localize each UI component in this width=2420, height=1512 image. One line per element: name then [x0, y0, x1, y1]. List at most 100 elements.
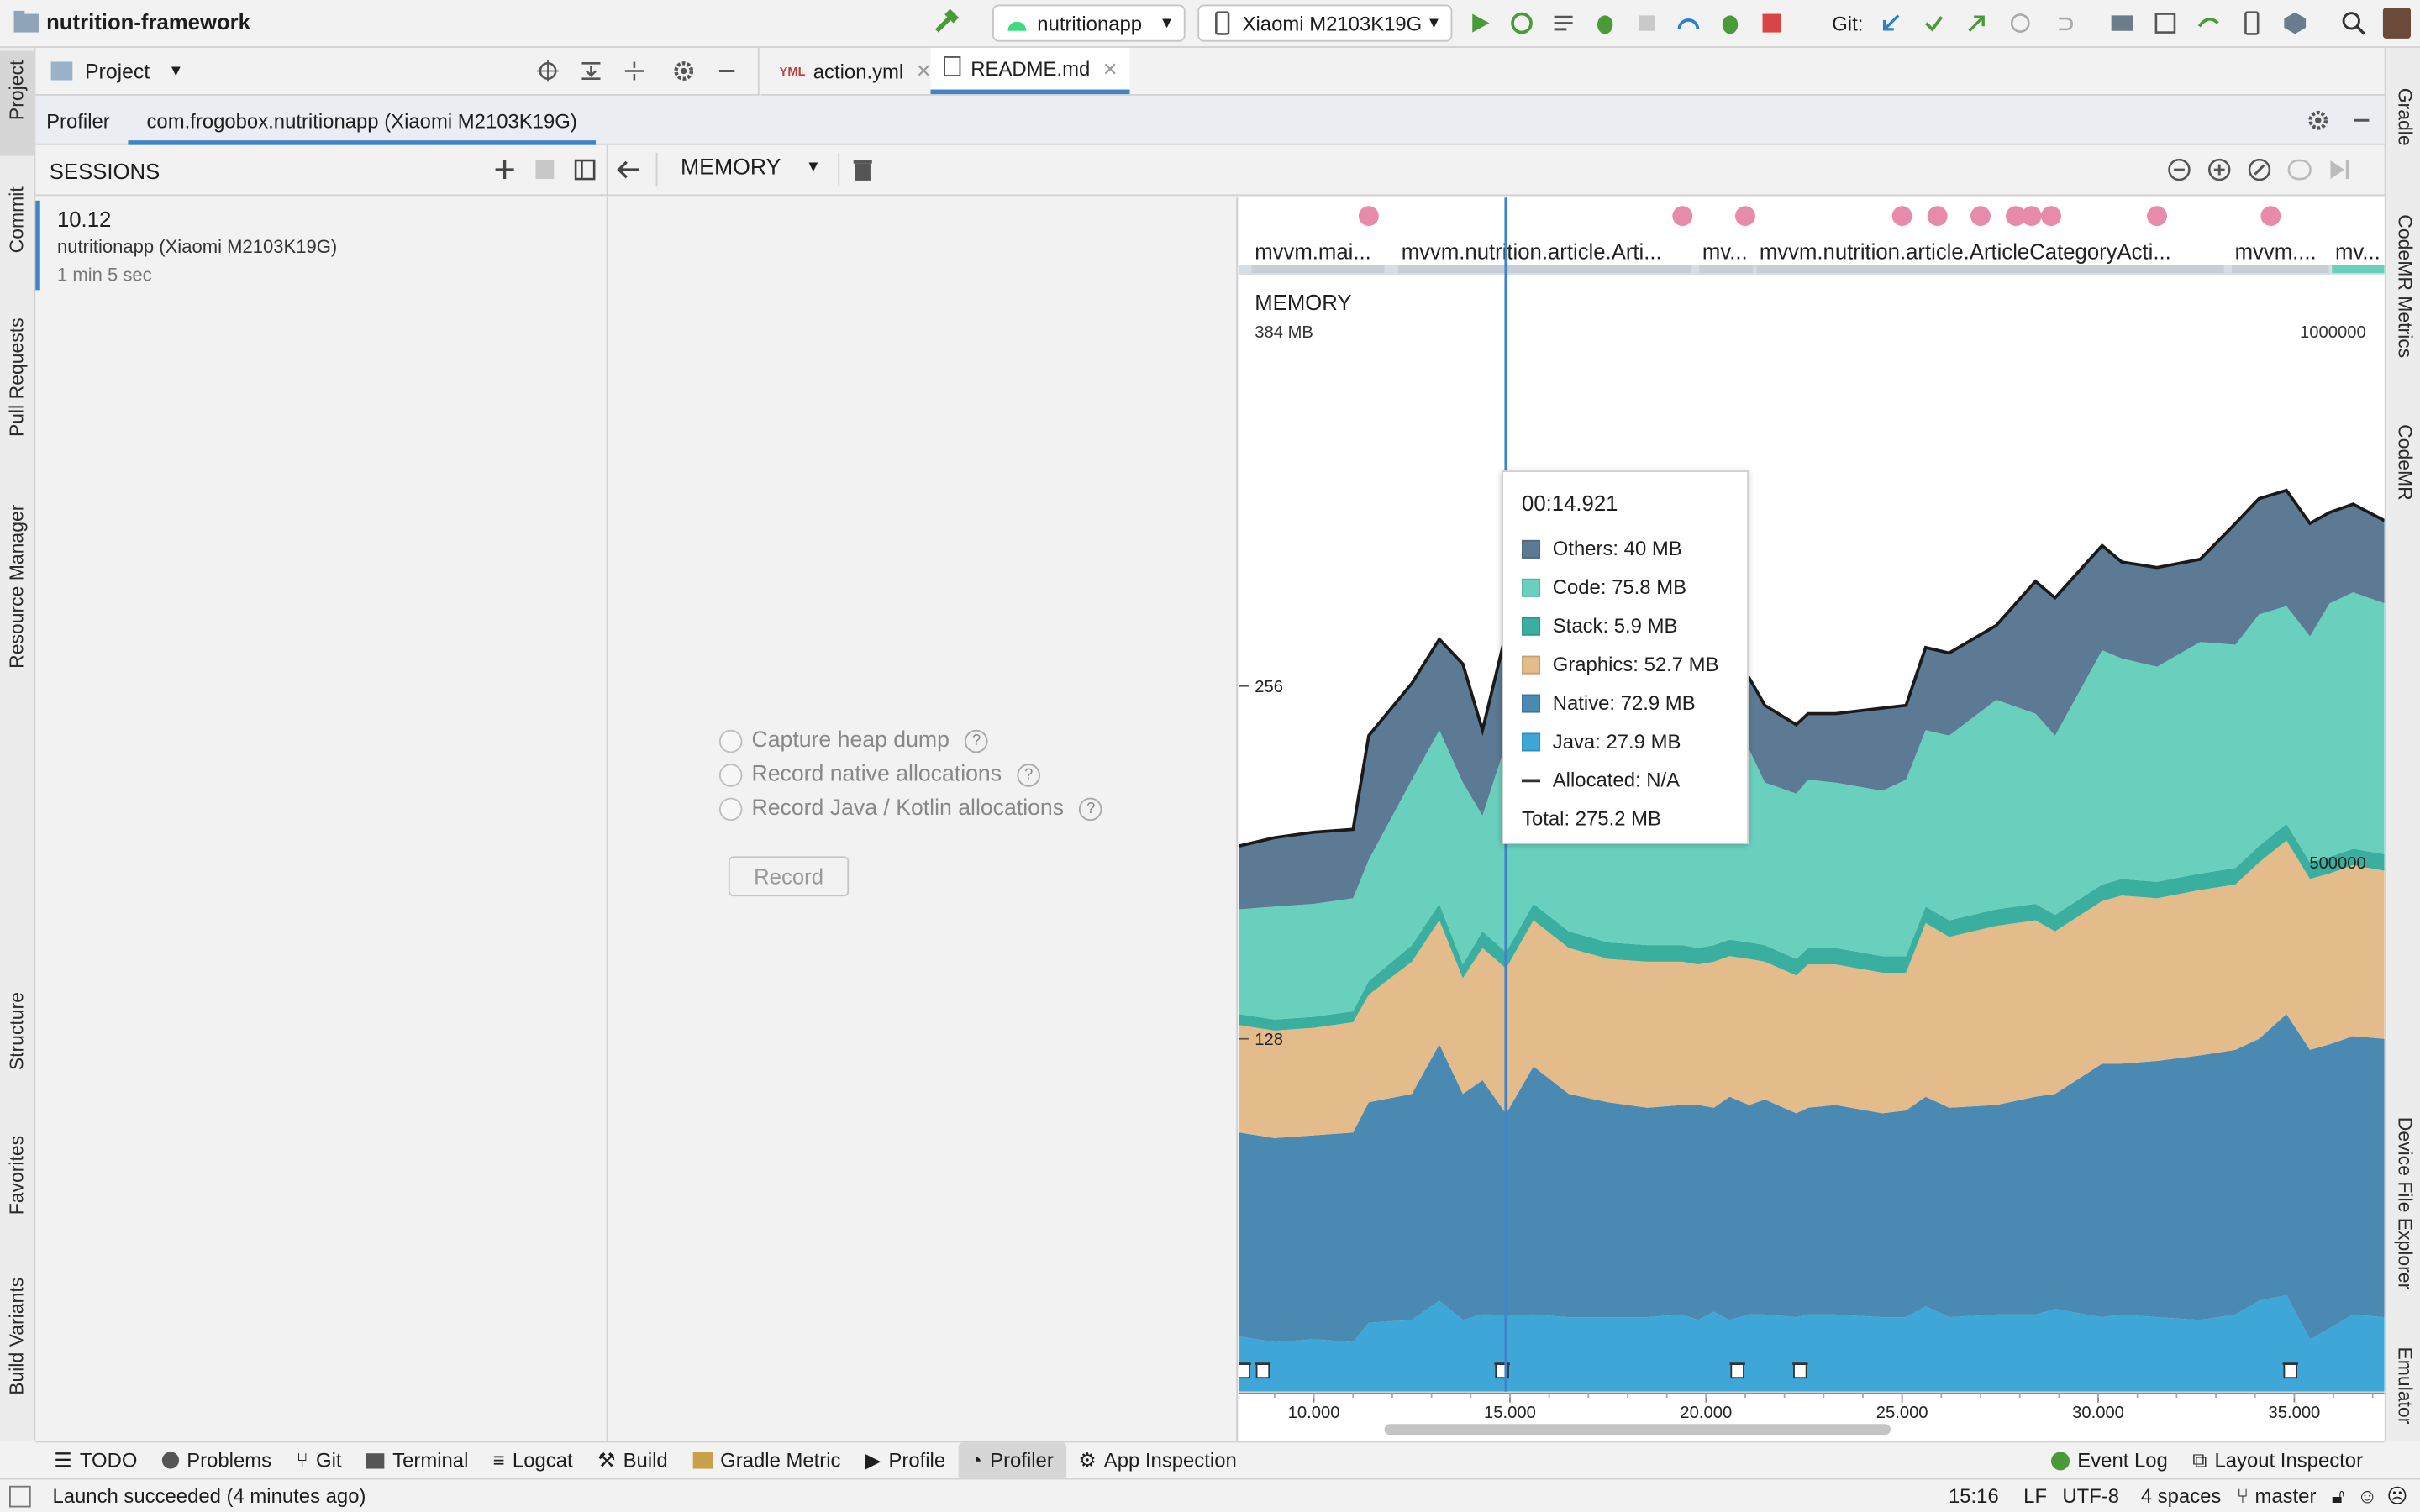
project-title[interactable]: nutrition-framework [13, 9, 250, 34]
tab-problems[interactable]: Problems [150, 1441, 284, 1478]
activity-label: mvvm.mai... [1255, 241, 1371, 265]
option-capture-heap-dump[interactable]: Capture heap dump? [718, 728, 988, 753]
indent-setting[interactable]: 4 spaces [2141, 1484, 2222, 1508]
rollback-icon[interactable] [2049, 9, 2077, 37]
legend-swatch [1522, 538, 1541, 558]
tab-event-log[interactable]: Event Log [2039, 1441, 2180, 1478]
tab-profiler[interactable]: Profiler [46, 109, 110, 133]
search-icon[interactable] [2339, 9, 2367, 37]
zoom-in-icon[interactable] [2206, 156, 2233, 184]
tab-profiler-bottom[interactable]: ◔ Profiler [957, 1441, 1066, 1479]
avatar[interactable] [2382, 8, 2411, 39]
apply-changes-icon[interactable] [1507, 9, 1535, 37]
frown-icon[interactable]: ☹ [2386, 1483, 2407, 1508]
stop-session-icon[interactable] [531, 156, 559, 184]
go-live-icon[interactable] [2326, 156, 2354, 184]
tab-profiler-session[interactable]: com.frogobox.nutritionapp (Xiaomi M2103K… [128, 96, 596, 145]
tab-action-yml[interactable]: YML action.yml ✕ [767, 48, 944, 94]
zoom-out-icon[interactable] [2165, 156, 2193, 184]
session-item[interactable]: 10.12 nutritionapp (Xiaomi M2103K19G) 1 … [35, 197, 607, 293]
memory-timeline-svg[interactable]: mvvm.mai... mvvm.nutrition.article.Arti..… [1239, 197, 2385, 1441]
radio-button[interactable] [718, 728, 743, 753]
tab-git[interactable]: ⑂ Git [284, 1441, 354, 1478]
run-icon[interactable] [1466, 9, 1494, 37]
trash-icon[interactable] [849, 156, 876, 184]
stripe-gradle[interactable]: Gradle [2394, 88, 2416, 146]
project-structure-icon[interactable] [2108, 9, 2136, 37]
back-arrow-icon[interactable] [614, 156, 642, 184]
chevron-down-icon[interactable]: ▼ [168, 62, 183, 79]
device-manager-icon[interactable] [2238, 9, 2265, 37]
sdk-manager-icon[interactable] [2281, 9, 2309, 37]
stripe-favorites[interactable]: Favorites [6, 1136, 28, 1215]
chevron-down-icon[interactable]: ▼ [806, 159, 821, 176]
stop-icon[interactable] [1758, 9, 1786, 37]
locate-icon[interactable] [534, 57, 561, 85]
tab-app-inspection[interactable]: ⚙ App Inspection [1065, 1441, 1249, 1478]
stripe-commit[interactable]: Commit [6, 186, 28, 253]
stripe-build-variants[interactable]: Build Variants [6, 1278, 28, 1395]
line-separator[interactable]: LF [2023, 1484, 2047, 1508]
debug-icon[interactable] [1591, 9, 1619, 37]
option-record-native-allocations[interactable]: Record native allocations? [718, 762, 1040, 787]
git-commit-icon[interactable] [1920, 9, 1948, 37]
sync-gradle-icon[interactable] [2195, 9, 2223, 37]
run-coverage-icon[interactable] [1549, 9, 1577, 37]
help-icon[interactable]: ? [1079, 796, 1103, 821]
tab-build[interactable]: ⚒ Build [585, 1441, 680, 1478]
pause-live-icon[interactable] [2286, 156, 2313, 184]
git-push-icon[interactable] [1963, 9, 1991, 37]
toggle-tool-windows-icon[interactable] [9, 1484, 31, 1507]
gear-icon[interactable] [2304, 107, 2332, 134]
option-record-java-kotlin-allocations[interactable]: Record Java / Kotlin allocations? [718, 796, 1103, 821]
stripe-emulator[interactable]: Emulator [2394, 1347, 2416, 1424]
radio-button[interactable] [718, 796, 743, 821]
tab-gradle-metric[interactable]: Gradle Metric [680, 1441, 853, 1478]
tab-layout-inspector[interactable]: ⧉ Layout Inspector [2181, 1441, 2375, 1478]
minimize-icon[interactable] [713, 57, 740, 85]
gear-icon[interactable] [670, 57, 697, 85]
profile-icon[interactable] [1675, 9, 1702, 37]
lock-icon[interactable]: 🔓︎ [2332, 1483, 2344, 1508]
radio-button[interactable] [718, 763, 743, 786]
attach-icon[interactable] [1716, 9, 1744, 37]
status-message[interactable]: Launch succeeded (4 minutes ago) [52, 1484, 366, 1508]
reset-zoom-icon[interactable] [2245, 156, 2273, 184]
git-update-icon[interactable] [1876, 9, 1904, 37]
help-icon[interactable]: ? [1017, 763, 1040, 786]
stripe-codemr-metrics[interactable]: CodeMR Metrics [2394, 214, 2416, 358]
tab-logcat[interactable]: ≡ Logcat [481, 1441, 585, 1478]
minimize-icon[interactable] [2348, 107, 2375, 134]
collapse-panel-icon[interactable] [571, 156, 599, 184]
history-icon[interactable] [2007, 9, 2034, 37]
record-button[interactable]: Record [728, 856, 850, 897]
activity-segment [1398, 265, 1692, 274]
git-branch[interactable]: master [2254, 1484, 2316, 1508]
close-icon[interactable]: ✕ [916, 60, 931, 82]
close-icon[interactable]: ✕ [1102, 58, 1118, 80]
project-panel-title[interactable]: Project [85, 60, 150, 83]
tab-todo[interactable]: ☰ TODO [42, 1441, 150, 1478]
attach-debugger-icon[interactable] [1633, 9, 1660, 37]
add-session-icon[interactable] [491, 156, 518, 184]
smile-icon[interactable]: ☺ [2357, 1484, 2377, 1508]
avd-manager-icon[interactable] [2151, 9, 2179, 37]
stripe-device-file-explorer[interactable]: Device File Explorer [2394, 1117, 2416, 1289]
tab-profile[interactable]: ▶ Profile [853, 1441, 958, 1478]
stripe-project[interactable]: Project [6, 60, 28, 120]
file-encoding[interactable]: UTF-8 [2062, 1484, 2119, 1508]
stripe-codemr[interactable]: CodeMR [2394, 424, 2416, 501]
expand-all-icon[interactable] [577, 57, 605, 85]
build-hammer-icon[interactable] [932, 9, 960, 37]
stripe-structure[interactable]: Structure [6, 992, 28, 1070]
run-config-select[interactable]: nutritionapp ▼ [992, 4, 1186, 42]
help-icon[interactable]: ? [965, 728, 988, 753]
stripe-resource-manager[interactable]: Resource Manager [6, 505, 28, 669]
collapse-all-icon[interactable] [620, 57, 648, 85]
tab-readme-md[interactable]: README.md ✕ [930, 47, 1131, 95]
tab-terminal[interactable]: Terminal [354, 1441, 481, 1478]
device-select[interactable]: Xiaomi M2103K19G ▼ [1197, 4, 1453, 42]
caret-position[interactable]: 15:16 [1949, 1484, 1999, 1508]
stripe-pull-requests[interactable]: Pull Requests [6, 318, 28, 437]
profiler-dropdown-label[interactable]: MEMORY [681, 156, 781, 181]
